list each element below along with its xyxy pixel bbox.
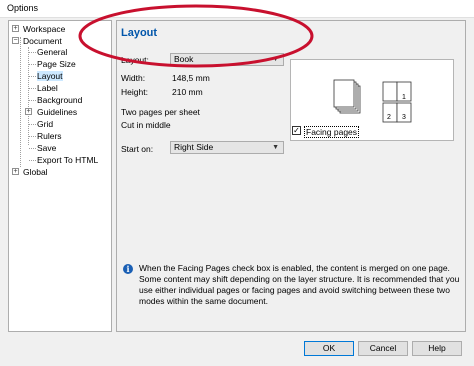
tree-item-rulers[interactable]: Rulers [37,131,62,141]
expand-workspace-icon[interactable]: + [12,25,19,32]
width-label: Width: [121,73,146,83]
layout-label: Layout: [121,55,149,65]
start-on-label: Start on: [121,144,154,154]
panel-title: Layout [121,27,158,39]
chevron-down-icon: ▼ [272,144,279,151]
options-tree[interactable]: + Workspace − Document General Page Size… [8,20,112,332]
layout-description-1: Two pages per sheet [121,107,200,117]
layout-description-2: Cut in middle [121,120,171,130]
facing-pages-label[interactable]: Facing pages [304,126,360,138]
info-message: When the Facing Pages check box is enabl… [139,263,460,306]
width-value: 148,5 mm [172,73,210,83]
tree-item-global[interactable]: Global [23,167,48,177]
info-icon: i [123,264,133,274]
help-button[interactable]: Help [412,341,462,356]
dialog-button-bar: OK Cancel Help [0,335,474,366]
chevron-down-icon: ▼ [272,56,279,63]
tree-item-grid[interactable]: Grid [37,119,53,129]
tree-item-workspace[interactable]: Workspace [23,24,65,34]
collapse-document-icon[interactable]: − [12,37,19,44]
tree-item-export-to-html[interactable]: Export To HTML [37,155,98,165]
tree-item-document[interactable]: Document [23,36,62,46]
tree-item-layout[interactable]: Layout [37,71,63,81]
layout-select[interactable]: Book ▼ [170,53,284,66]
tree-item-background[interactable]: Background [37,95,82,105]
height-value: 210 mm [172,87,203,97]
expand-guidelines-icon[interactable]: + [25,108,32,115]
tree-item-label[interactable]: Label [37,83,58,93]
options-dialog: Options + Workspace − Document General P… [0,0,474,366]
title-bar: Options [0,0,474,18]
start-on-select[interactable]: Right Side ▼ [170,141,284,154]
tree-item-page-size[interactable]: Page Size [37,59,76,69]
facing-pages-checkbox[interactable]: ✓ [292,126,301,135]
layout-panel: Layout Layout: Book ▼ Width: 148,5 mm He… [116,20,466,332]
preview-page-number: 1 [402,94,406,101]
preview-page-number: 2 [387,114,391,121]
tree-item-save[interactable]: Save [37,143,56,153]
height-label: Height: [121,87,148,97]
cancel-button[interactable]: Cancel [358,341,408,356]
window-title: Options [7,3,39,13]
tree-connector [28,47,29,145]
layout-select-value: Book [174,54,194,64]
tree-connector [20,37,21,167]
preview-page-number: 3 [402,114,406,121]
ok-button[interactable]: OK [304,341,354,356]
expand-global-icon[interactable]: + [12,168,19,175]
tree-item-guidelines[interactable]: Guidelines [37,107,77,117]
tree-item-general[interactable]: General [37,47,67,57]
start-on-select-value: Right Side [174,142,214,152]
